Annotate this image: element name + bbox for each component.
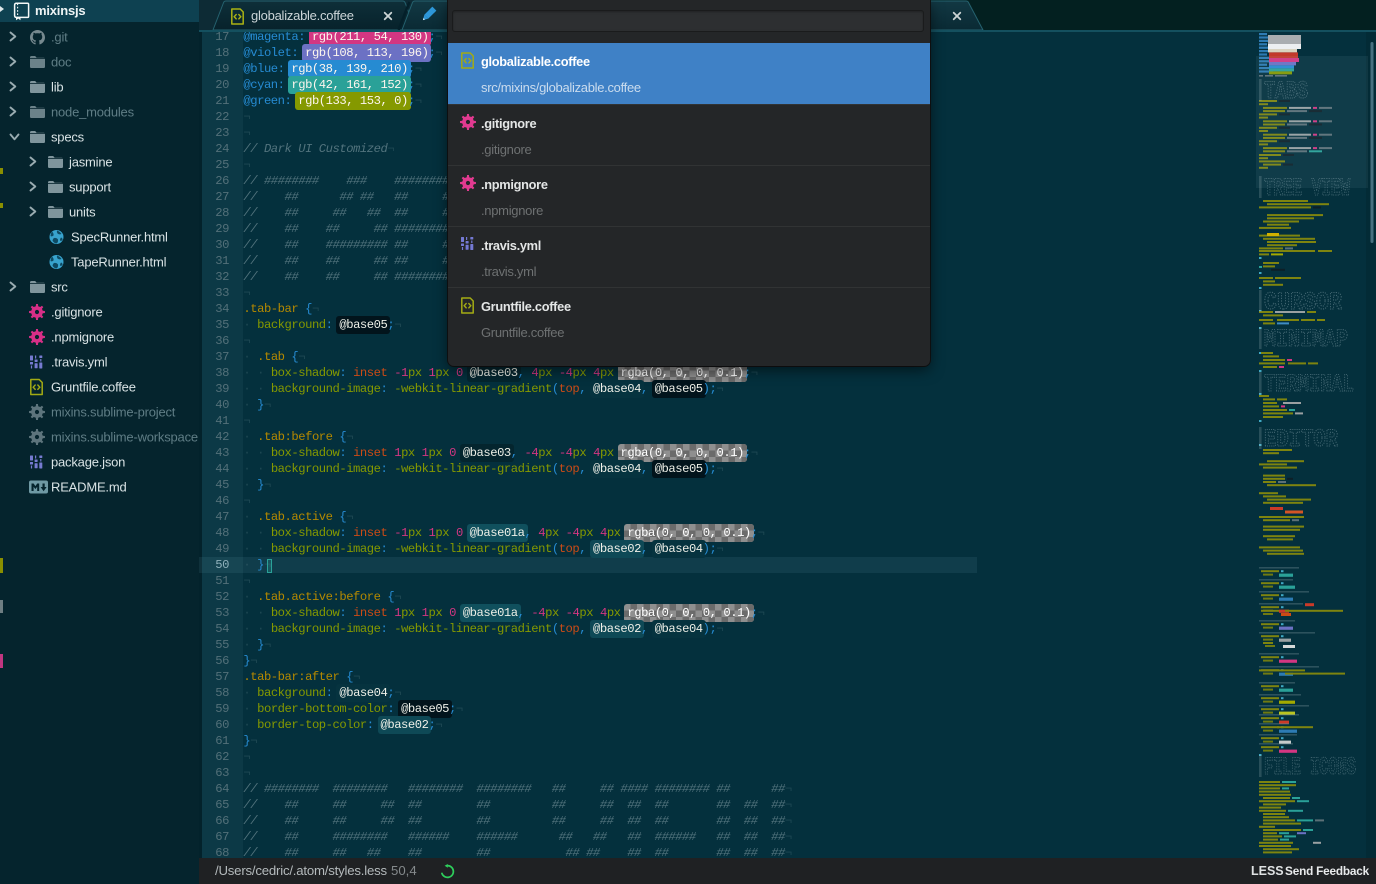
svg-text:TERMINAL: TERMINAL <box>1264 370 1354 399</box>
svg-text:CURSOR: CURSOR <box>1264 288 1342 317</box>
svg-text:EDITOR: EDITOR <box>1264 425 1338 454</box>
svg-text:MINIMAP: MINIMAP <box>1264 325 1348 354</box>
svg-text:FILE ICONS: FILE ICONS <box>1264 753 1356 782</box>
